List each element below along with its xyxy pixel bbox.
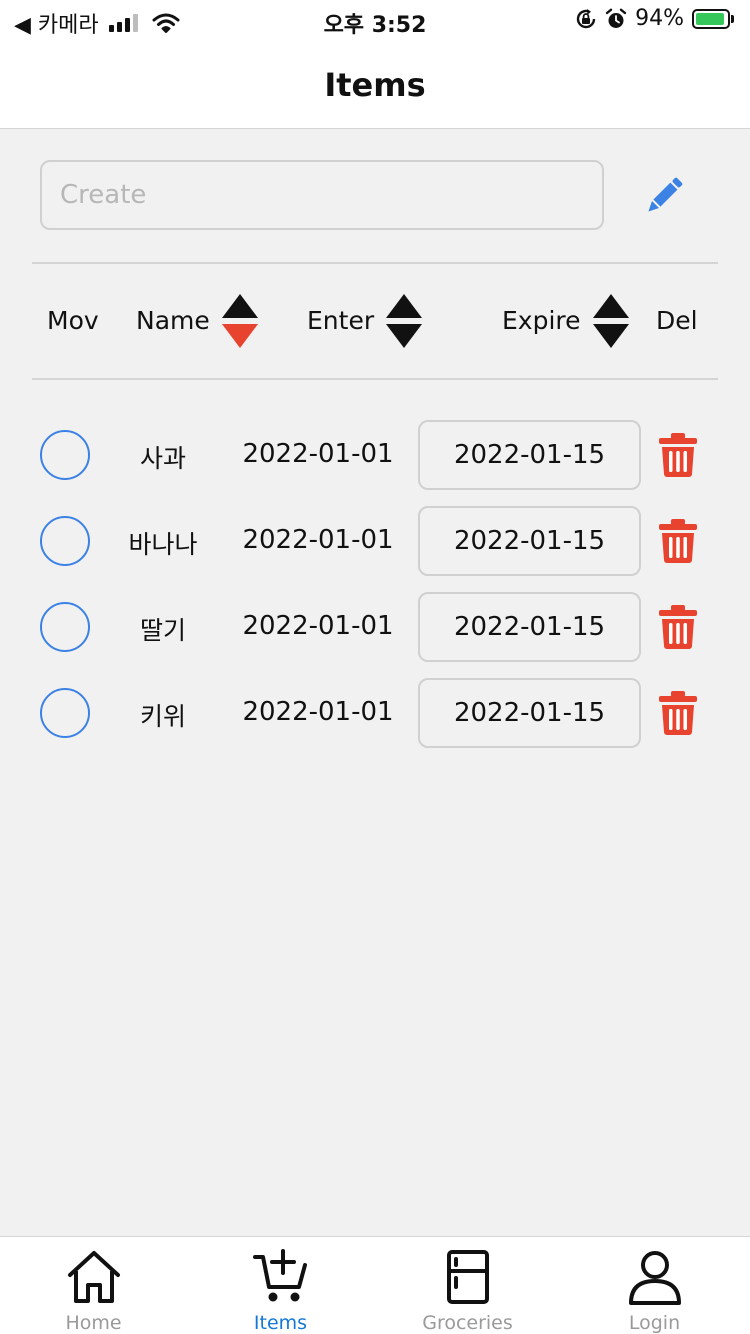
tab-home-label: Home — [65, 1312, 122, 1334]
tab-bar: Home Items Groceries Login — [0, 1236, 750, 1334]
user-icon — [629, 1251, 681, 1305]
item-enter-date: 2022-01-01 — [242, 611, 394, 641]
move-radio[interactable] — [40, 602, 90, 652]
divider — [32, 262, 718, 264]
sort-expire-icon[interactable] — [591, 293, 631, 349]
tab-login[interactable]: Login — [561, 1237, 748, 1334]
sort-enter-icon[interactable] — [384, 293, 424, 349]
item-enter-date: 2022-01-01 — [242, 525, 394, 555]
move-radio[interactable] — [40, 430, 90, 480]
list-item: 키위 2022-01-01 2022-01-15 — [0, 678, 750, 748]
item-name: 사과 — [139, 444, 186, 473]
list-item: 바나나 2022-01-01 2022-01-15 — [0, 506, 750, 576]
header-enter[interactable]: Enter — [307, 306, 374, 335]
alarm-icon — [605, 8, 627, 28]
item-enter-date: 2022-01-01 — [242, 697, 394, 727]
tab-items-label: Items — [253, 1312, 308, 1334]
cart-plus-icon — [253, 1249, 307, 1302]
header-name[interactable]: Name — [136, 306, 210, 335]
item-name: 바나나 — [128, 530, 198, 559]
tab-groceries-label: Groceries — [422, 1312, 513, 1334]
status-right: 94% — [575, 6, 734, 31]
item-expire-date-field[interactable]: 2022-01-15 — [418, 592, 641, 662]
navigation-bar: Items — [0, 42, 750, 129]
pencil-icon — [648, 177, 683, 212]
header-mov: Mov — [47, 306, 99, 335]
battery-percent: 94% — [635, 6, 684, 31]
move-radio[interactable] — [40, 516, 90, 566]
item-name: 키위 — [139, 702, 186, 731]
move-radio[interactable] — [40, 688, 90, 738]
header-del: Del — [656, 306, 698, 335]
trash-icon[interactable] — [658, 605, 698, 649]
sort-name-icon[interactable] — [220, 293, 260, 349]
tab-groceries[interactable]: Groceries — [374, 1237, 561, 1334]
orientation-lock-icon — [576, 8, 596, 28]
trash-icon[interactable] — [658, 433, 698, 477]
header-expire[interactable]: Expire — [502, 306, 581, 335]
tab-login-label: Login — [628, 1312, 681, 1334]
home-icon — [68, 1251, 120, 1303]
tab-home[interactable]: Home — [0, 1237, 187, 1334]
fridge-icon — [447, 1250, 489, 1304]
battery-charging-icon — [692, 8, 734, 29]
create-item-button[interactable] — [640, 172, 688, 220]
battery-fill — [696, 12, 725, 25]
list-item: 사과 2022-01-01 2022-01-15 — [0, 420, 750, 490]
item-expire-date-field[interactable]: 2022-01-15 — [418, 420, 641, 490]
item-expire-date-field[interactable]: 2022-01-15 — [418, 506, 641, 576]
divider — [32, 378, 718, 380]
list-item: 딸기 2022-01-01 2022-01-15 — [0, 592, 750, 662]
create-item-input[interactable] — [40, 160, 604, 230]
item-enter-date: 2022-01-01 — [242, 439, 394, 469]
page-title: Items — [324, 66, 426, 104]
item-expire-date-field[interactable]: 2022-01-15 — [418, 678, 641, 748]
status-bar: ◀ 카메라 오후 3:52 94% — [0, 0, 750, 42]
item-name: 딸기 — [139, 616, 186, 645]
tab-items[interactable]: Items — [187, 1237, 374, 1334]
trash-icon[interactable] — [658, 519, 698, 563]
trash-icon[interactable] — [658, 691, 698, 735]
